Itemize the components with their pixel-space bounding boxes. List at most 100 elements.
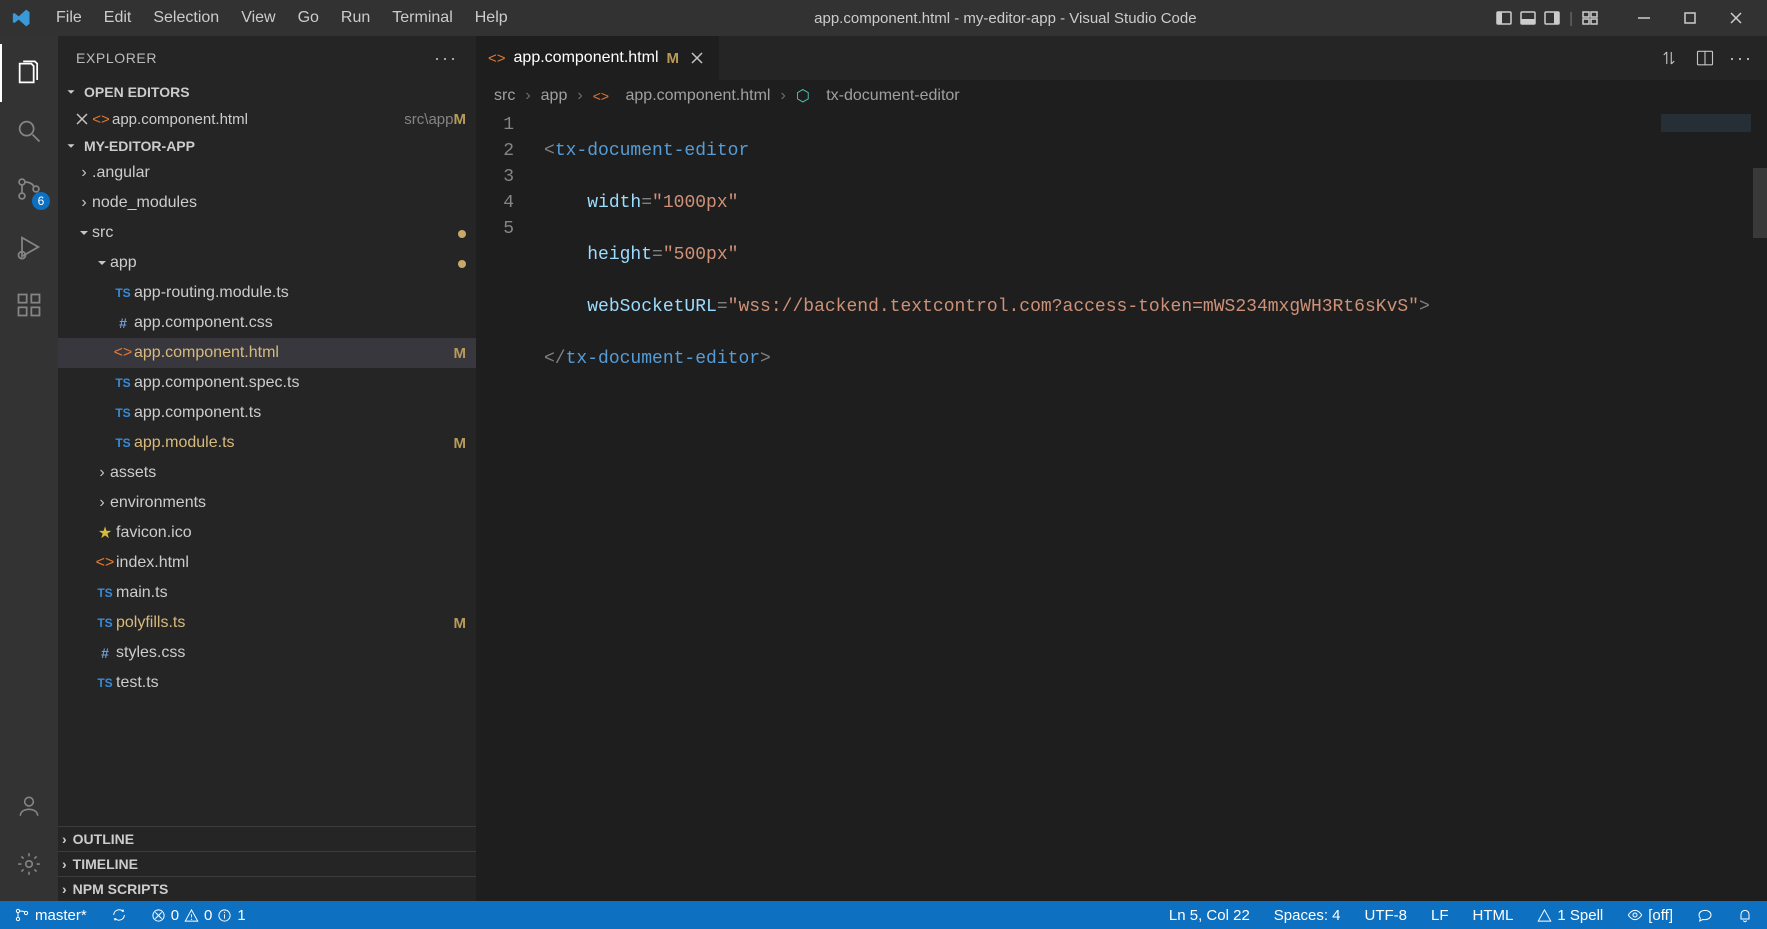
activity-accounts[interactable]: [0, 777, 58, 835]
status-branch[interactable]: master*: [10, 901, 91, 929]
bc-src[interactable]: src: [494, 87, 515, 105]
layout-panel-left-icon[interactable]: [1493, 7, 1515, 29]
activity-bottom: [0, 777, 58, 901]
bc-symbol-label: tx-document-editor: [826, 87, 959, 105]
file-html[interactable]: <>app.component.htmlM: [58, 338, 476, 368]
layout-panel-right-icon[interactable]: [1541, 7, 1563, 29]
tab-close-icon[interactable]: [687, 51, 707, 65]
folder-angular[interactable]: ›.angular: [58, 158, 476, 188]
file-polyfills[interactable]: TSpolyfills.tsM: [58, 608, 476, 638]
status-cursor[interactable]: Ln 5, Col 22: [1165, 901, 1254, 929]
code-editor[interactable]: 1 2 3 4 5 <tx-document-editor width="100…: [476, 112, 1767, 901]
status-spell-label: 1 Spell: [1557, 907, 1603, 924]
window-close-button[interactable]: [1713, 0, 1759, 36]
menu-terminal[interactable]: Terminal: [382, 4, 462, 32]
minimap[interactable]: [1661, 114, 1751, 132]
file-tree: ›.angular ›node_modules src app TSapp-ro…: [58, 158, 476, 826]
status-eye[interactable]: [off]: [1623, 901, 1677, 929]
outline-section[interactable]: › OUTLINE: [58, 826, 476, 851]
npm-section[interactable]: › NPM SCRIPTS: [58, 876, 476, 901]
file-index[interactable]: <>index.html: [58, 548, 476, 578]
folder-node-modules[interactable]: ›node_modules: [58, 188, 476, 218]
file-test[interactable]: TStest.ts: [58, 668, 476, 698]
folder-label: environments: [110, 494, 466, 512]
ts-file-icon: TS: [112, 376, 134, 390]
timeline-section[interactable]: › TIMELINE: [58, 851, 476, 876]
editor-tabs: <> app.component.html M ···: [476, 36, 1767, 80]
status-encoding[interactable]: UTF-8: [1361, 901, 1412, 929]
file-label: app.component.spec.ts: [134, 374, 466, 392]
activity-debug[interactable]: [0, 218, 58, 276]
code-content[interactable]: <tx-document-editor width="1000px" heigh…: [540, 112, 1767, 901]
menu-edit[interactable]: Edit: [94, 4, 142, 32]
chevron-down-icon: [94, 257, 110, 269]
status-sync[interactable]: [107, 901, 131, 929]
menu-run[interactable]: Run: [331, 4, 380, 32]
activity-settings[interactable]: [0, 835, 58, 893]
status-spaces[interactable]: Spaces: 4: [1270, 901, 1345, 929]
explorer-more-icon[interactable]: ···: [434, 48, 458, 69]
html-file-icon: <>: [94, 554, 116, 572]
status-branch-label: master*: [35, 907, 87, 924]
scrollbar-thumb[interactable]: [1753, 168, 1767, 238]
favicon-icon: ★: [94, 523, 116, 543]
menu-file[interactable]: File: [46, 4, 92, 32]
activity-explorer[interactable]: [0, 44, 58, 102]
editor-more-icon[interactable]: ···: [1727, 44, 1755, 72]
file-main[interactable]: TSmain.ts: [58, 578, 476, 608]
tok: "1000px": [652, 193, 738, 213]
bc-file[interactable]: <> app.component.html: [593, 87, 771, 105]
file-routing[interactable]: TSapp-routing.module.ts: [58, 278, 476, 308]
status-eol[interactable]: LF: [1427, 901, 1453, 929]
project-section[interactable]: MY-EDITOR-APP: [58, 134, 476, 158]
file-styles[interactable]: #styles.css: [58, 638, 476, 668]
close-editor-icon[interactable]: [74, 112, 90, 126]
layout-panel-bottom-icon[interactable]: [1517, 7, 1539, 29]
menu-help[interactable]: Help: [465, 4, 518, 32]
activity-scm[interactable]: 6: [0, 160, 58, 218]
compare-changes-icon[interactable]: [1655, 44, 1683, 72]
bc-symbol[interactable]: ⬡ tx-document-editor: [796, 86, 960, 106]
activity-bar: 6: [0, 36, 58, 901]
tab-name: app.component.html: [514, 49, 659, 67]
window-maximize-button[interactable]: [1667, 0, 1713, 36]
open-editor-path: src\app: [404, 111, 453, 128]
file-module[interactable]: TSapp.module.tsM: [58, 428, 476, 458]
tok: webSocketURL: [587, 297, 717, 317]
explorer-title: EXPLORER: [76, 50, 157, 66]
editor-tab[interactable]: <> app.component.html M: [476, 36, 720, 80]
status-notifications[interactable]: [1733, 901, 1757, 929]
open-editor-item[interactable]: <> app.component.html src\app M: [58, 104, 476, 134]
menu-view[interactable]: View: [231, 4, 285, 32]
folder-src[interactable]: src: [58, 218, 476, 248]
open-editor-mod: M: [454, 111, 467, 128]
split-editor-icon[interactable]: [1691, 44, 1719, 72]
status-language[interactable]: HTML: [1469, 901, 1518, 929]
activity-extensions[interactable]: [0, 276, 58, 334]
window-minimize-button[interactable]: [1621, 0, 1667, 36]
ts-file-icon: TS: [112, 406, 134, 420]
file-favicon[interactable]: ★favicon.ico: [58, 518, 476, 548]
css-file-icon: #: [94, 645, 116, 661]
activity-search[interactable]: [0, 102, 58, 160]
explorer-header: EXPLORER ···: [58, 36, 476, 80]
ts-file-icon: TS: [112, 286, 134, 300]
menu-selection[interactable]: Selection: [143, 4, 229, 32]
file-css[interactable]: #app.component.css: [58, 308, 476, 338]
folder-assets[interactable]: ›assets: [58, 458, 476, 488]
file-label: app.component.css: [134, 314, 466, 332]
file-ts[interactable]: TSapp.component.ts: [58, 398, 476, 428]
menu-go[interactable]: Go: [288, 4, 329, 32]
chevron-right-icon: ›: [62, 881, 67, 897]
file-label: main.ts: [116, 584, 466, 602]
folder-envs[interactable]: ›environments: [58, 488, 476, 518]
file-spec[interactable]: TSapp.component.spec.ts: [58, 368, 476, 398]
file-label: app.component.html: [134, 344, 454, 362]
layout-customize-icon[interactable]: [1579, 7, 1601, 29]
open-editors-section[interactable]: OPEN EDITORS: [58, 80, 476, 104]
bc-app[interactable]: app: [541, 87, 568, 105]
folder-app[interactable]: app: [58, 248, 476, 278]
status-feedback[interactable]: [1693, 901, 1717, 929]
status-spell[interactable]: 1 Spell: [1533, 901, 1607, 929]
status-problems[interactable]: 0 0 1: [147, 901, 250, 929]
